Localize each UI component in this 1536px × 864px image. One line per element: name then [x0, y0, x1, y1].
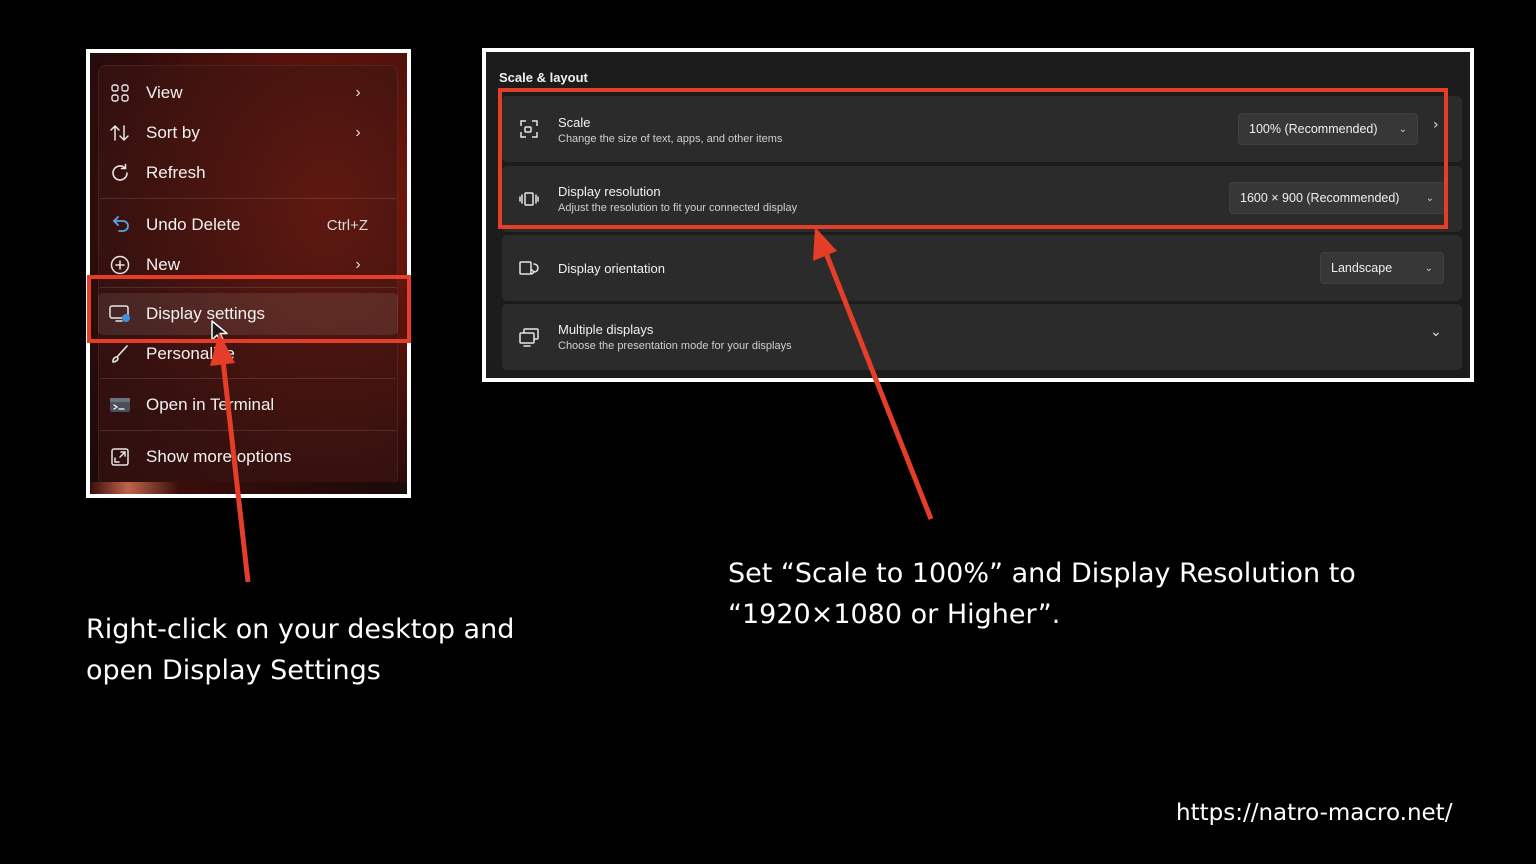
keyboard-shortcut: Ctrl+Z: [326, 216, 368, 234]
menu-item-label: Refresh: [146, 163, 206, 182]
menu-item-label: Show more options: [146, 447, 292, 466]
menu-item-view[interactable]: View ›: [108, 75, 388, 111]
scale-resolution-highlight-box: [498, 88, 1448, 229]
menu-item-open-in-terminal[interactable]: Open in Terminal: [108, 387, 388, 423]
multiple-displays-description: Choose the presentation mode for your di…: [558, 340, 792, 352]
left-instruction-caption: Right-click on your desktop and open Dis…: [86, 609, 606, 691]
display-orientation-card[interactable]: Display orientation Landscape ⌄: [502, 235, 1462, 301]
expand-icon: [108, 445, 132, 469]
menu-separator: [100, 378, 396, 379]
chevron-down-icon[interactable]: ⌄: [1430, 324, 1442, 340]
menu-item-label: New: [146, 255, 181, 274]
menu-item-sort-by[interactable]: Sort by ›: [108, 115, 388, 151]
chevron-down-icon: ⌄: [1424, 262, 1433, 274]
multiple-displays-title: Multiple displays: [558, 322, 654, 337]
context-menu-screenshot: View › Sort by › Refresh Undo Delete Ctr…: [86, 49, 411, 498]
menu-item-label: Personalize: [146, 344, 235, 363]
chevron-right-icon: ›: [355, 124, 361, 141]
menu-item-label: Sort by: [146, 123, 200, 142]
plus-circle-icon: [108, 253, 132, 277]
display-orientation-dropdown[interactable]: Landscape ⌄: [1320, 252, 1444, 284]
menu-item-label: Undo Delete: [146, 215, 241, 234]
chevron-right-icon: ›: [355, 256, 361, 273]
footer-url[interactable]: https://natro-macro.net/: [1176, 800, 1452, 826]
caption-line: Set “Scale to 100%” and Display Resoluti…: [728, 558, 1356, 589]
section-title: Scale & layout: [499, 70, 588, 85]
chevron-right-icon: ›: [355, 84, 361, 101]
menu-item-label: Open in Terminal: [146, 395, 275, 414]
display-orientation-title: Display orientation: [558, 261, 665, 276]
undo-icon: [108, 213, 132, 237]
brush-icon: [108, 342, 132, 366]
menu-item-show-more-options[interactable]: Show more options: [108, 439, 388, 475]
multiple-displays-card[interactable]: Multiple displays Choose the presentatio…: [502, 304, 1462, 370]
menu-item-label: View: [146, 83, 183, 102]
sort-arrows-icon: [108, 121, 132, 145]
orientation-icon: [518, 257, 540, 279]
display-settings-highlight-box: [87, 275, 411, 343]
grid-icon: [108, 81, 132, 105]
terminal-icon: [108, 393, 132, 417]
right-instruction-caption: Set “Scale to 100%” and Display Resoluti…: [728, 553, 1428, 635]
display-orientation-dropdown-value: Landscape: [1331, 261, 1393, 275]
refresh-icon: [108, 161, 132, 185]
multiple-displays-icon: [518, 326, 540, 348]
menu-item-undo-delete[interactable]: Undo Delete Ctrl+Z: [108, 207, 388, 243]
menu-separator: [100, 198, 396, 199]
menu-item-refresh[interactable]: Refresh: [108, 155, 388, 191]
menu-separator: [100, 430, 396, 431]
caption-line: Right-click on your desktop and: [86, 614, 515, 645]
caption-line: “1920×1080 or Higher”.: [728, 599, 1061, 630]
caption-line: open Display Settings: [86, 655, 381, 686]
